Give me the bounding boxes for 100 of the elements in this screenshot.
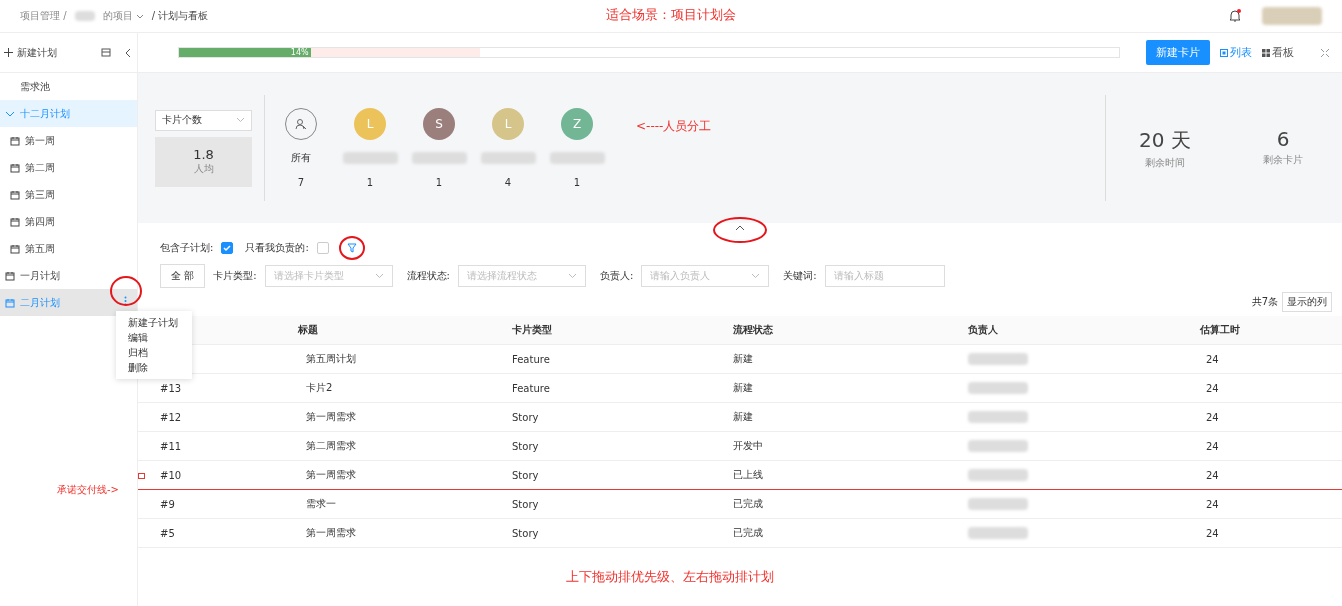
bell-icon[interactable] <box>1228 9 1242 23</box>
redacted-name <box>968 382 1028 394</box>
table-cell-text: 第一周需求 <box>305 410 357 424</box>
remaining-label: 剩余时间 <box>1145 155 1185 170</box>
table-cell-text: Story <box>512 498 540 510</box>
metric-select[interactable]: 卡片个数 <box>155 109 252 131</box>
table-cell-text: 24 <box>1205 469 1220 481</box>
table-cell-text: 24 <box>1205 411 1220 423</box>
column-header: 标题 <box>298 323 319 337</box>
table-cell-text: 第一周需求 <box>305 526 357 540</box>
plan-label: 第一周 <box>25 133 55 148</box>
redacted-name <box>480 152 536 164</box>
grid-icon <box>1262 48 1270 57</box>
chevron-down-icon[interactable] <box>5 110 15 117</box>
filter-label: 流程状态: <box>406 269 450 283</box>
table-cell-text: 开发中 <box>733 439 764 453</box>
redacted-name <box>411 152 467 164</box>
total-count: 共7条 <box>1251 295 1278 309</box>
progress-fill: 14% <box>179 48 311 57</box>
table-cell-text: 新建 <box>733 381 754 395</box>
table-cell-text: 第二周需求 <box>305 439 357 453</box>
table-cell-text: Story <box>512 411 540 423</box>
member-count: 1 <box>366 176 374 188</box>
plan-item[interactable]: 一月计划 <box>0 262 137 289</box>
filter-icon[interactable] <box>346 243 357 253</box>
annotation-text: 承诺交付线-> <box>57 484 119 495</box>
breadcrumb-current: / 计划与看板 <box>151 9 209 23</box>
plan-label: 第五周 <box>25 241 55 256</box>
archive-icon[interactable] <box>101 48 111 57</box>
table-cell: #10 <box>160 469 182 481</box>
redacted-name <box>968 498 1028 510</box>
redacted-avatar <box>1262 7 1322 25</box>
table-cell-text: Story <box>512 440 540 452</box>
calendar-icon <box>5 297 15 308</box>
table-cell-text: 第一周需求 <box>305 468 357 482</box>
plan-label: 十二月计划 <box>20 106 70 121</box>
view-tab[interactable]: 看板 <box>1262 45 1294 60</box>
chevron-up-icon[interactable] <box>735 225 745 231</box>
average-value: 1.8 <box>193 147 214 162</box>
redacted-name <box>968 411 1028 423</box>
column-header: 流程状态 <box>733 323 774 337</box>
checkbox[interactable] <box>316 242 329 254</box>
columns-button[interactable]: 显示的列 <box>1282 292 1332 312</box>
plan-label: 二月计划 <box>20 295 60 310</box>
annotation-circle <box>338 236 365 260</box>
collapse-icon[interactable] <box>123 47 133 58</box>
filter-label: 只看我负责的: <box>245 241 309 255</box>
checkbox[interactable] <box>221 242 234 254</box>
plan-item[interactable]: 第三周 <box>0 181 137 208</box>
redacted-name <box>342 152 398 164</box>
table-cell-text: 已完成 <box>733 497 764 511</box>
annotation-text: 适合场景：项目计划会 <box>606 6 736 24</box>
calendar-icon <box>5 270 15 281</box>
filter-label: 负责人: <box>599 269 634 283</box>
annotation-circle <box>713 217 767 243</box>
fullscreen-icon[interactable] <box>1320 47 1330 58</box>
calendar-icon <box>10 135 20 146</box>
table-cell-text: 24 <box>1205 440 1220 452</box>
plan-item[interactable]: 需求池 <box>0 73 137 100</box>
breadcrumb-link[interactable]: 项目管理 / <box>20 9 67 23</box>
column-header: 负责人 <box>968 323 999 337</box>
project-dropdown[interactable]: 的项目 <box>102 9 144 23</box>
redacted-name <box>968 527 1028 539</box>
table-cell-text: Story <box>512 469 540 481</box>
annotation-text: 上下拖动排优先级、左右拖动排计划 <box>566 568 774 586</box>
column-header: 卡片类型 <box>512 323 553 337</box>
plan-item[interactable]: 第一周 <box>0 127 137 154</box>
menu-item[interactable]: 编辑 <box>128 330 192 345</box>
plan-item[interactable]: 第五周 <box>0 235 137 262</box>
menu-item[interactable]: 删除 <box>128 360 192 375</box>
chevron-down-icon <box>751 273 761 279</box>
all-button[interactable]: 全 部 <box>160 264 206 288</box>
table-cell-text: 24 <box>1205 382 1220 394</box>
chevron-down-icon <box>236 117 245 123</box>
filter-label: 包含子计划: <box>160 241 214 255</box>
calendar-icon <box>10 162 20 173</box>
table-cell-text: 24 <box>1205 498 1220 510</box>
remaining-value: 6 <box>1276 126 1290 151</box>
chevron-down-icon <box>374 273 384 279</box>
menu-item[interactable]: 归档 <box>128 345 192 360</box>
member-avatar[interactable]: S <box>423 108 455 140</box>
plus-icon <box>4 48 13 57</box>
table-cell-text: 24 <box>1205 353 1220 365</box>
redacted-name <box>968 440 1028 452</box>
menu-item[interactable]: 新建子计划 <box>128 315 192 330</box>
annotation-circle <box>110 276 142 306</box>
plan-item[interactable]: 第二周 <box>0 154 137 181</box>
table-cell-text: 需求一 <box>305 497 337 511</box>
table-cell: #13 <box>160 382 182 394</box>
table-cell: #11 <box>160 440 182 452</box>
average-label: 人均 <box>193 162 214 176</box>
member-count: 1 <box>573 176 581 188</box>
plan-item[interactable]: 第四周 <box>0 208 137 235</box>
new-plan-button[interactable]: 新建计划 <box>4 45 97 60</box>
redacted-text <box>74 11 95 21</box>
list-icon <box>1220 48 1228 57</box>
redacted-name <box>549 152 605 164</box>
table-cell-text: 新建 <box>733 410 754 424</box>
calendar-icon <box>10 243 20 254</box>
chevron-down-icon <box>567 273 577 279</box>
